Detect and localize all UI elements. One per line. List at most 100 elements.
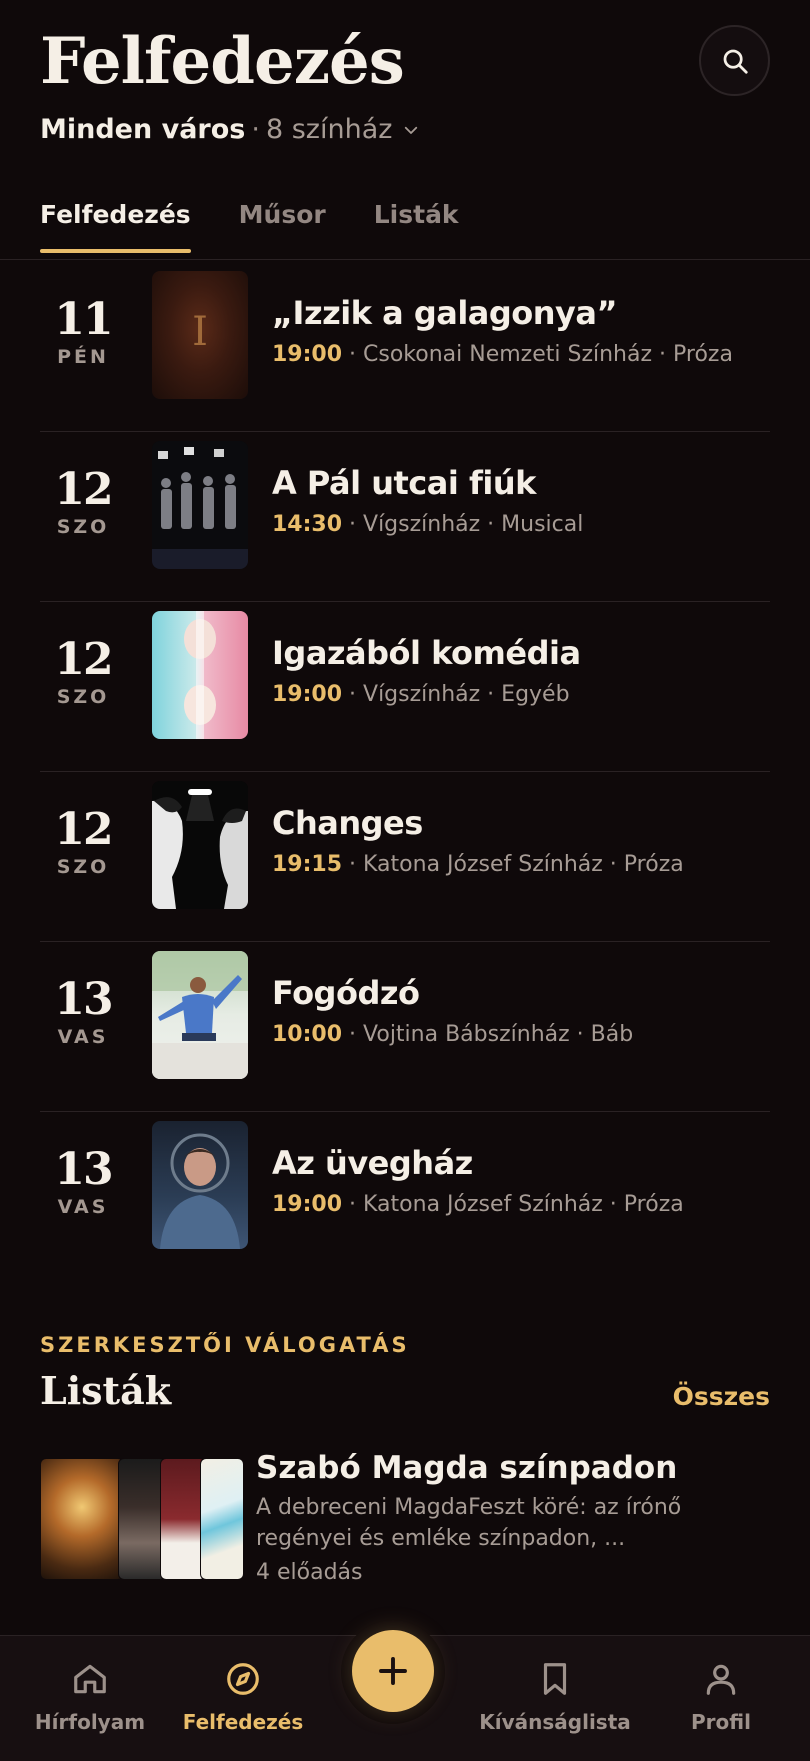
event-day: 11 [54, 294, 113, 345]
event-details: · Vojtina Bábszínház · Báb [349, 1022, 634, 1047]
page-title: Felfedezés [40, 24, 405, 99]
event-meta: 14:30 · Vígszínház · Musical [272, 512, 772, 537]
list-description: A debreceni MagdaFeszt köré: az írónő re… [256, 1495, 682, 1551]
search-icon [723, 49, 748, 74]
collage-poster [200, 1458, 244, 1580]
city-label: Minden város [40, 114, 246, 145]
event-info: „Izzik a galagonya” 19:00 · Csokonai Nem… [272, 294, 772, 367]
event-poster [152, 441, 248, 569]
nav-item-felfedezes[interactable]: Felfedezés [178, 1636, 308, 1761]
event-details: · Vígszínház · Musical [349, 512, 584, 537]
event-row[interactable]: 12 SZO Changes 19:15 · Katona József Szí… [40, 772, 770, 942]
event-meta: 10:00 · Vojtina Bábszínház · Báb [272, 1022, 772, 1047]
event-time: 19:15 [272, 852, 343, 877]
list-title: Szabó Magda színpadon [256, 1450, 678, 1486]
nav-label: Kívánságlista [479, 1710, 631, 1734]
event-weekday: SZO [56, 856, 110, 878]
event-weekday: PÉN [57, 346, 109, 368]
event-date: 11 PÉN [40, 294, 126, 369]
event-details: · Katona József Színház · Próza [349, 852, 684, 877]
add-button[interactable] [352, 1630, 434, 1712]
event-info: Igazából komédia 19:00 · Vígszínház · Eg… [272, 634, 772, 707]
plus-icon [379, 1657, 407, 1685]
event-date: 12 SZO [40, 634, 126, 709]
theater-count: 8 színház [265, 114, 393, 145]
event-date: 12 SZO [40, 464, 126, 539]
chevron-down-icon [402, 121, 420, 139]
event-day: 13 [54, 1144, 113, 1195]
event-weekday: VAS [57, 1196, 109, 1218]
event-info: Fogódzó 10:00 · Vojtina Bábszínház · Báb [272, 974, 772, 1047]
event-title: Az üvegház [272, 1144, 473, 1182]
section-kicker: SZERKESZTŐI VÁLOGATÁS [40, 1333, 410, 1357]
section-title: Listák [40, 1368, 172, 1413]
event-date: 13 VAS [40, 974, 126, 1049]
event-poster [152, 611, 248, 739]
tabs-divider [0, 259, 810, 260]
event-row[interactable]: 12 SZO Igazából komédia 19:00 · Vígszính… [40, 602, 770, 772]
event-details: · Katona József Színház · Próza [349, 1192, 684, 1217]
svg-text:I: I [192, 309, 208, 355]
tab-felfedezes[interactable]: Felfedezés [40, 200, 191, 253]
event-time: 14:30 [272, 512, 343, 537]
tab-musor[interactable]: Műsor [239, 200, 326, 253]
event-date: 12 SZO [40, 804, 126, 879]
event-weekday: SZO [56, 516, 110, 538]
event-poster: I [152, 271, 248, 399]
tab-bar: Felfedezés Műsor Listák [40, 200, 507, 253]
event-meta: 19:00 · Csokonai Nemzeti Színház · Próza [272, 342, 772, 367]
user-icon [702, 1658, 740, 1700]
event-day: 12 [54, 804, 113, 855]
event-weekday: SZO [56, 686, 110, 708]
compass-icon [224, 1658, 262, 1700]
search-button[interactable] [699, 25, 770, 96]
event-info: Az üvegház 19:00 · Katona József Színház… [272, 1144, 772, 1217]
bookmark-icon [536, 1658, 574, 1700]
event-time: 19:00 [272, 682, 343, 707]
event-day: 12 [54, 464, 113, 515]
event-meta: 19:00 · Vígszínház · Egyéb [272, 682, 772, 707]
home-icon [71, 1658, 109, 1700]
list-count: 4 előadás [256, 1560, 363, 1585]
event-time: 19:00 [272, 342, 343, 367]
event-details: · Csokonai Nemzeti Színház · Próza [349, 342, 733, 367]
nav-label: Profil [691, 1710, 751, 1734]
event-date: 13 VAS [40, 1144, 126, 1219]
event-title: A Pál utcai fiúk [272, 464, 536, 502]
event-row[interactable]: 11 PÉN I „Izzik a galagonya” 19:00 · Cso… [40, 262, 770, 432]
event-info: A Pál utcai fiúk 14:30 · Vígszínház · Mu… [272, 464, 772, 537]
nav-item-profil[interactable]: Profil [676, 1636, 766, 1761]
nav-item-kivansaglista[interactable]: Kívánságlista [479, 1636, 631, 1761]
event-day: 12 [54, 634, 113, 685]
event-poster [152, 951, 248, 1079]
tab-listak[interactable]: Listák [374, 200, 459, 253]
event-title: Igazából komédia [272, 634, 581, 672]
list-info: Szabó Magda színpadon A debreceni MagdaF… [256, 1450, 766, 1585]
see-all-link[interactable]: Összes [673, 1382, 770, 1411]
event-list: 11 PÉN I „Izzik a galagonya” 19:00 · Cso… [40, 262, 770, 1282]
event-info: Changes 19:15 · Katona József Színház · … [272, 804, 772, 877]
event-meta: 19:15 · Katona József Színház · Próza [272, 852, 772, 877]
event-row[interactable]: 13 VAS Fogódzó 10:00 · Vojtina Bábszínhá… [40, 942, 770, 1112]
event-title: Changes [272, 804, 423, 842]
event-meta: 19:00 · Katona József Színház · Próza [272, 1192, 772, 1217]
list-collage [40, 1458, 244, 1580]
nav-label: Hírfolyam [34, 1710, 146, 1734]
city-selector[interactable]: Minden város · 8 színház [40, 114, 420, 145]
city-separator: · [251, 114, 260, 145]
list-card[interactable]: Szabó Magda színpadon A debreceni MagdaF… [40, 1450, 770, 1590]
event-poster [152, 781, 248, 909]
collage-poster [118, 1458, 166, 1580]
nav-item-hirfolyam[interactable]: Hírfolyam [30, 1636, 150, 1761]
nav-label: Felfedezés [182, 1710, 304, 1734]
event-row[interactable]: 12 SZO A Pál utcai fiúk 14:30 · Vígszính… [40, 432, 770, 602]
collage-poster [40, 1458, 124, 1580]
event-row[interactable]: 13 VAS Az üvegház 19:00 · Katona József … [40, 1112, 770, 1282]
event-title: „Izzik a galagonya” [272, 294, 618, 332]
header: Felfedezés Minden város · 8 színház Felf… [0, 0, 810, 262]
event-day: 13 [54, 974, 113, 1025]
event-details: · Vígszínház · Egyéb [349, 682, 570, 707]
event-poster [152, 1121, 248, 1249]
event-time: 10:00 [272, 1022, 343, 1047]
event-time: 19:00 [272, 1192, 343, 1217]
